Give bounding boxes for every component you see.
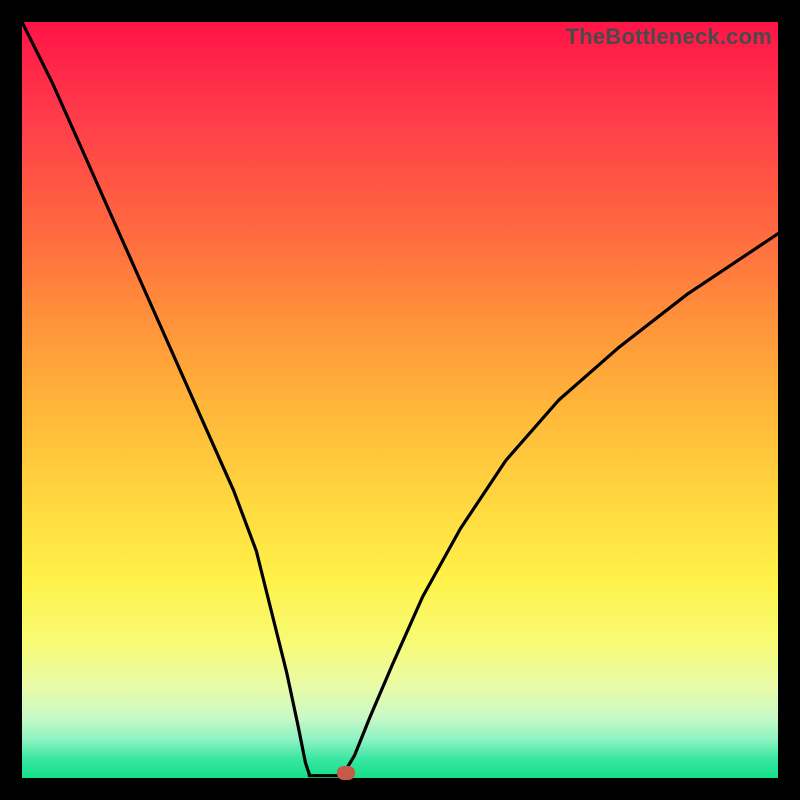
- chart-frame: TheBottleneck.com: [0, 0, 800, 800]
- curve-path: [22, 22, 778, 776]
- bottleneck-curve: [22, 22, 778, 778]
- plot-area: TheBottleneck.com: [22, 22, 778, 778]
- optimal-point-marker: [337, 766, 355, 780]
